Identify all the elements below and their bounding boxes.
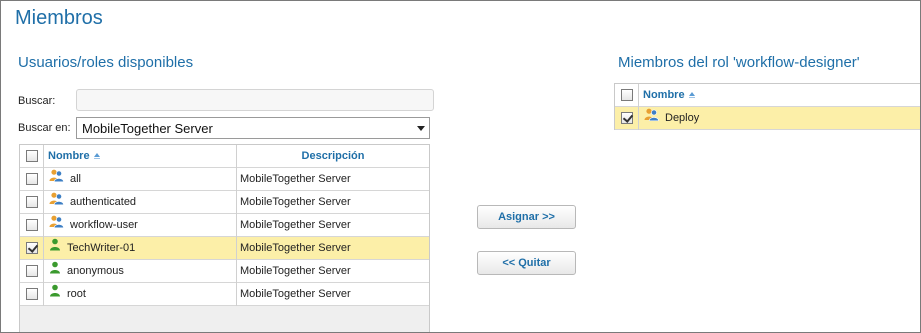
row-checkbox[interactable] (26, 288, 38, 300)
row-checkbox[interactable] (26, 219, 38, 231)
search-input[interactable] (76, 89, 434, 111)
table-row[interactable]: authenticated MobileTogether Server (20, 191, 429, 214)
row-name: all (70, 173, 82, 185)
row-checkbox-cell (20, 260, 44, 283)
members-column-header-name[interactable]: Nombre (639, 84, 919, 107)
row-name: authenticated (70, 196, 137, 208)
table-row[interactable]: root MobileTogether Server (20, 283, 429, 306)
page-title: Miembros (15, 7, 103, 29)
row-name-cell: TechWriter-01 (44, 237, 237, 260)
row-name-cell: root (44, 283, 237, 306)
members-section-title: Miembros del rol 'workflow-designer' (618, 54, 860, 71)
members-select-all-checkbox[interactable] (621, 89, 633, 101)
role-icon (49, 191, 64, 213)
row-name: root (67, 288, 86, 300)
row-checkbox-cell (20, 283, 44, 306)
search-in-value: MobileTogether Server (82, 121, 213, 136)
row-description: MobileTogether Server (240, 196, 351, 208)
role-icon (644, 107, 659, 129)
row-checkbox[interactable] (26, 173, 38, 185)
sort-ascending-icon (688, 92, 695, 98)
row-name-cell: all (44, 168, 237, 191)
user-icon (49, 260, 61, 282)
row-checkbox-cell (20, 214, 44, 237)
column-header-description[interactable]: Descripción (237, 145, 429, 168)
row-name: TechWriter-01 (67, 242, 136, 254)
select-all-cell (20, 145, 44, 168)
remove-button[interactable]: << Quitar (477, 251, 576, 275)
chevron-down-icon (417, 126, 425, 131)
members-table: Nombre Deploy (614, 83, 920, 130)
search-in-select[interactable]: MobileTogether Server (76, 117, 430, 139)
members-panel: Miembros Usuarios/roles disponibles Busc… (0, 0, 921, 333)
row-name: anonymous (67, 265, 124, 277)
select-all-checkbox[interactable] (26, 150, 38, 162)
row-description: MobileTogether Server (240, 173, 351, 185)
column-header-name[interactable]: Nombre (44, 145, 237, 168)
available-table: Nombre Descripción all MobileTogether Ser… (19, 144, 430, 332)
role-icon (49, 214, 64, 236)
row-checkbox-cell (615, 107, 639, 130)
table-row[interactable]: Deploy (615, 107, 920, 130)
available-table-header: Nombre Descripción (20, 145, 429, 168)
search-in-label: Buscar en: (18, 122, 71, 134)
table-row[interactable]: workflow-user MobileTogether Server (20, 214, 429, 237)
members-select-all-cell (615, 84, 639, 107)
row-checkbox[interactable] (26, 242, 38, 254)
row-name-cell: workflow-user (44, 214, 237, 237)
row-checkbox[interactable] (26, 265, 38, 277)
column-header-description-label: Descripción (301, 150, 365, 162)
row-description: MobileTogether Server (240, 288, 351, 300)
role-icon (49, 168, 64, 190)
available-section-title: Usuarios/roles disponibles (18, 54, 194, 71)
row-name-cell: Deploy (639, 107, 920, 130)
row-checkbox-cell (20, 237, 44, 260)
search-label: Buscar: (18, 95, 56, 107)
row-checkbox[interactable] (621, 112, 633, 124)
row-description: MobileTogether Server (240, 265, 351, 277)
assign-button[interactable]: Asignar >> (477, 205, 576, 229)
members-column-header-name-label: Nombre (643, 89, 685, 101)
table-row[interactable]: TechWriter-01 MobileTogether Server (20, 237, 429, 260)
sort-ascending-icon (93, 153, 100, 159)
row-name: Deploy (665, 112, 700, 124)
row-name-cell: authenticated (44, 191, 237, 214)
row-checkbox[interactable] (26, 196, 38, 208)
row-name: workflow-user (70, 219, 138, 231)
table-row[interactable]: anonymous MobileTogether Server (20, 260, 429, 283)
members-table-header: Nombre (615, 84, 920, 107)
table-row[interactable]: all MobileTogether Server (20, 168, 429, 191)
row-checkbox-cell (20, 191, 44, 214)
user-icon (49, 237, 61, 259)
column-header-name-label: Nombre (48, 150, 90, 162)
row-description: MobileTogether Server (240, 242, 351, 254)
user-icon (49, 283, 61, 305)
row-name-cell: anonymous (44, 260, 237, 283)
row-description: MobileTogether Server (240, 219, 351, 231)
row-checkbox-cell (20, 168, 44, 191)
